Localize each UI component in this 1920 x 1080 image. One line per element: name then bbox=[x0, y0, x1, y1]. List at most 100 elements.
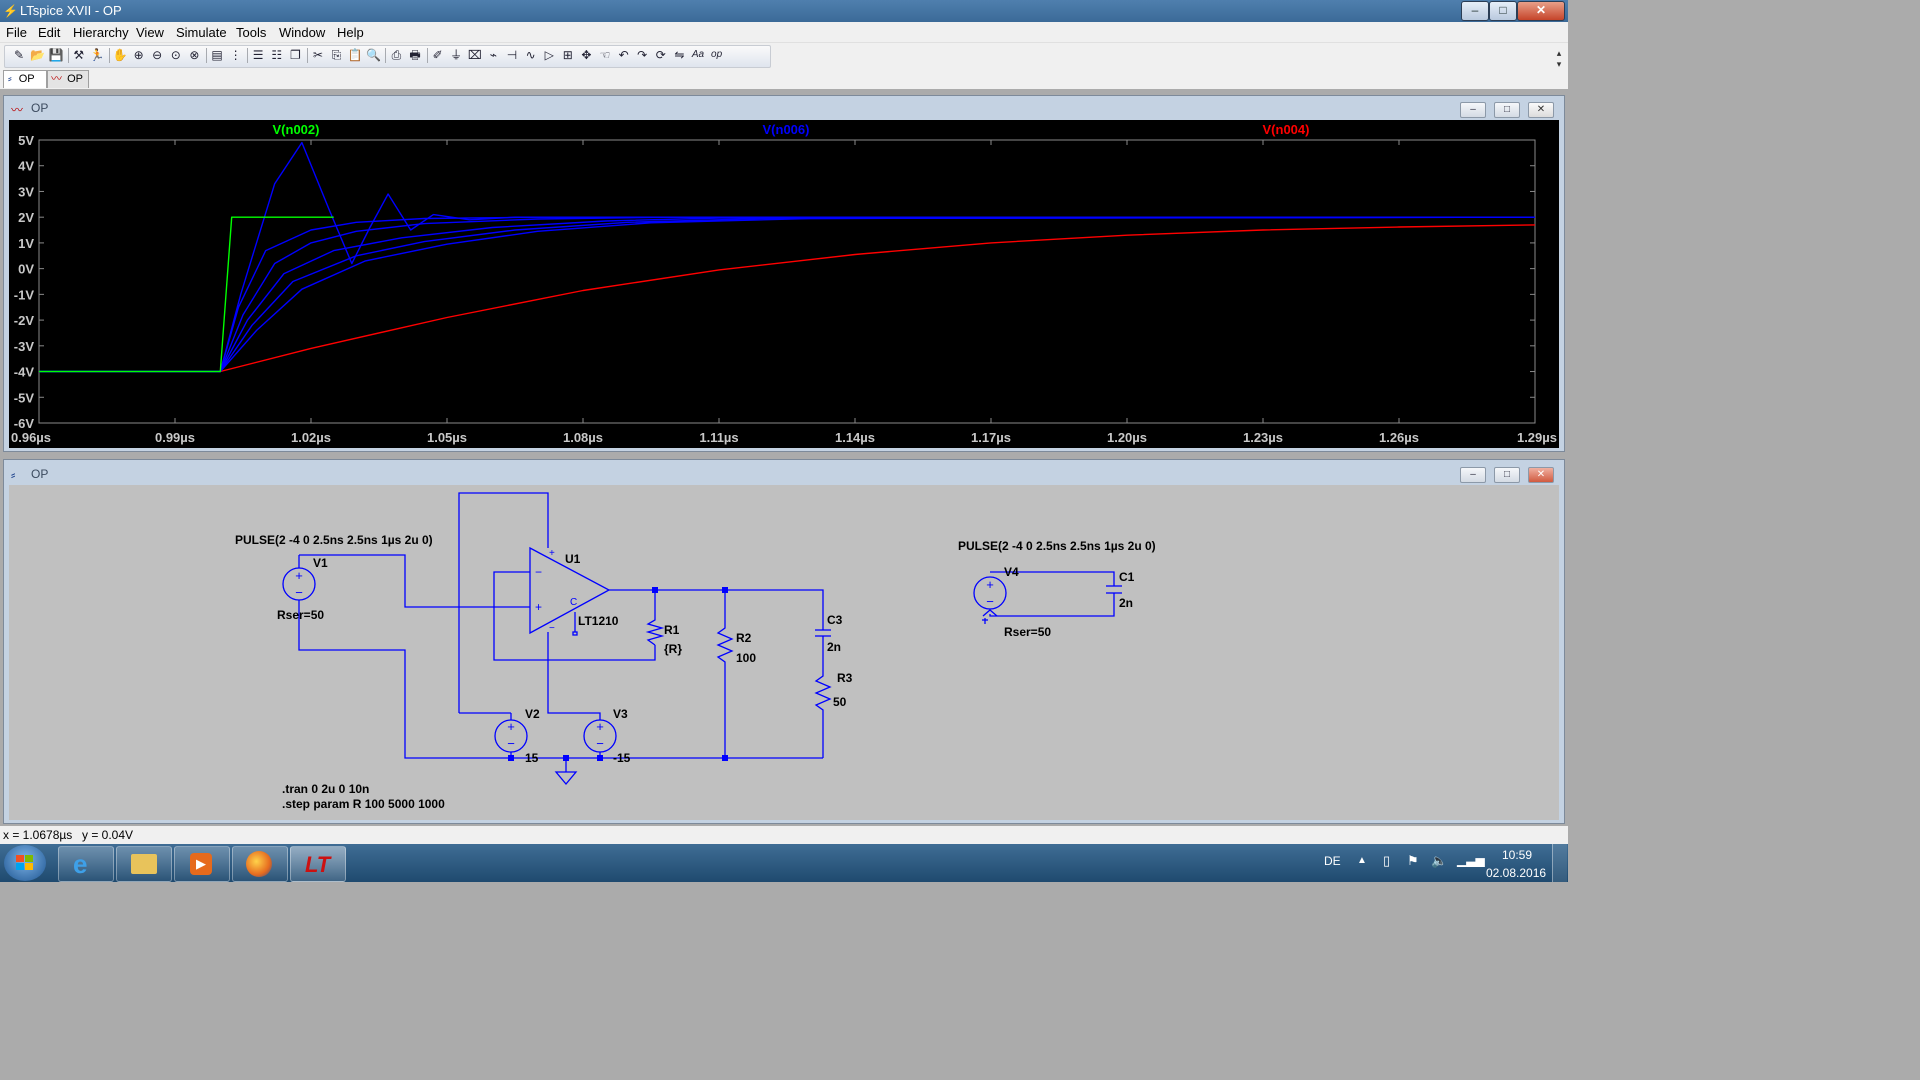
toolbar-separator bbox=[206, 48, 207, 63]
menu-edit[interactable]: Edit bbox=[38, 25, 60, 40]
schematic-minimize-button[interactable]: – bbox=[1460, 467, 1486, 483]
language-indicator[interactable]: DE bbox=[1324, 854, 1341, 868]
paste-icon[interactable]: 📋 bbox=[347, 47, 363, 63]
move-icon[interactable]: ✥ bbox=[578, 47, 594, 63]
y-tick-label: 2V bbox=[18, 210, 34, 225]
open-icon[interactable]: 📂 bbox=[30, 47, 46, 63]
minimize-button[interactable]: – bbox=[1461, 1, 1489, 21]
new-schematic-icon[interactable]: ✎ bbox=[11, 47, 27, 63]
cursor-x-readout: x = 1.0678µs bbox=[3, 828, 73, 842]
resistor-icon[interactable]: ⌁ bbox=[485, 47, 501, 63]
print-icon[interactable]: 🖶 bbox=[407, 47, 423, 63]
autorange-icon[interactable]: ▤ bbox=[209, 47, 225, 63]
tile-horizontal-icon[interactable]: ☰ bbox=[250, 47, 266, 63]
spice-directive-tran[interactable]: .tran 0 2u 0 10n bbox=[282, 782, 369, 796]
ltspice-taskbar-button[interactable]: LT bbox=[290, 846, 346, 882]
schematic-close-button[interactable]: ✕ bbox=[1528, 467, 1554, 483]
svg-text:+: + bbox=[986, 577, 994, 592]
media-player-taskbar-button[interactable]: ▶ bbox=[174, 846, 230, 882]
schematic-window-icon: ⸗ bbox=[11, 467, 16, 482]
cascade-icon[interactable]: ❐ bbox=[287, 47, 303, 63]
menu-window[interactable]: Window bbox=[279, 25, 325, 40]
c3-name-label: C3 bbox=[827, 613, 843, 627]
zoom-out-icon[interactable]: ⊖ bbox=[149, 47, 165, 63]
undo-icon[interactable]: ↶ bbox=[616, 47, 632, 63]
redo-icon[interactable]: ↷ bbox=[634, 47, 650, 63]
control-panel-icon[interactable]: ⚒ bbox=[71, 47, 87, 63]
menu-file[interactable]: File bbox=[6, 25, 27, 40]
y-tick-label: -6V bbox=[14, 416, 35, 431]
spice-directive-step[interactable]: .step param R 100 5000 1000 bbox=[282, 797, 445, 811]
copy-icon[interactable]: ⎘ bbox=[329, 47, 345, 63]
waveform-minimize-button[interactable]: – bbox=[1460, 102, 1486, 118]
waveform-close-button[interactable]: ✕ bbox=[1528, 102, 1554, 118]
v2-name-label: V2 bbox=[525, 707, 540, 721]
x-tick-label: 0.96µs bbox=[11, 430, 51, 445]
internet-explorer-taskbar-button[interactable]: e bbox=[58, 846, 114, 882]
rotate-icon[interactable]: ⟳ bbox=[653, 47, 669, 63]
r1-value-label: {R} bbox=[664, 642, 682, 656]
x-tick-label: 1.17µs bbox=[971, 430, 1011, 445]
menu-help[interactable]: Help bbox=[337, 25, 364, 40]
waveform-plot[interactable]: 5V 4V 3V 2V 1V 0V -1V -2V -3V -4V -5V -6V0.96µs 0.99… bbox=[9, 120, 1559, 448]
menu-view[interactable]: View bbox=[136, 25, 164, 40]
r3-value-label: 50 bbox=[833, 695, 847, 709]
menu-tools[interactable]: Tools bbox=[236, 25, 266, 40]
grid-icon[interactable]: ⋮ bbox=[228, 47, 244, 63]
diode-icon[interactable]: ▷ bbox=[541, 47, 557, 63]
halt-icon[interactable]: ✋ bbox=[112, 47, 128, 63]
waveform-maximize-button[interactable]: □ bbox=[1494, 102, 1520, 118]
print-preview-icon[interactable]: ⎙ bbox=[388, 47, 404, 63]
label-net-icon[interactable]: ⌧ bbox=[467, 47, 483, 63]
svg-text:+: + bbox=[295, 568, 303, 583]
clock-time[interactable]: 10:59 bbox=[1502, 848, 1532, 862]
svg-text:−: − bbox=[596, 736, 604, 751]
close-button[interactable]: ✕ bbox=[1517, 1, 1565, 21]
maximize-button[interactable]: □ bbox=[1489, 1, 1517, 21]
mirror-icon[interactable]: ⇋ bbox=[671, 47, 687, 63]
spice-directive-icon[interactable]: op bbox=[709, 47, 725, 63]
volume-icon[interactable]: 🔈 bbox=[1431, 853, 1447, 869]
save-icon[interactable]: 💾 bbox=[48, 47, 64, 63]
explorer-taskbar-button[interactable] bbox=[116, 846, 172, 882]
tab-schematic-op[interactable]: ⸗ OP bbox=[3, 70, 47, 88]
drag-icon[interactable]: ☜ bbox=[597, 47, 613, 63]
schematic-canvas[interactable]: + − − + + − C + − + − + − PULSE(2 -4 0 2… bbox=[9, 485, 1559, 820]
y-tick-label: 5V bbox=[18, 133, 34, 148]
folder-icon bbox=[131, 854, 157, 874]
inductor-icon[interactable]: ∿ bbox=[523, 47, 539, 63]
firefox-taskbar-button[interactable] bbox=[232, 846, 288, 882]
ground-icon[interactable]: ⏚ bbox=[448, 47, 464, 63]
legend-v-n006[interactable]: V(n006) bbox=[763, 122, 810, 137]
capacitor-icon[interactable]: ⊣ bbox=[504, 47, 520, 63]
tray-expand-icon[interactable]: ▲ bbox=[1357, 855, 1367, 866]
toolbar-overflow-button[interactable]: ▴ ▾ bbox=[1553, 48, 1565, 88]
svg-text:−: − bbox=[986, 594, 994, 609]
zoom-fit-icon[interactable]: ⊙ bbox=[168, 47, 184, 63]
zoom-cancel-icon[interactable]: ⊗ bbox=[186, 47, 202, 63]
tab-waveform-op[interactable]: 〰 OP bbox=[47, 70, 89, 88]
waveform-window-title: OP bbox=[31, 101, 49, 115]
tile-vertical-icon[interactable]: ☷ bbox=[269, 47, 285, 63]
legend-v-n004[interactable]: V(n004) bbox=[1263, 122, 1310, 137]
text-icon[interactable]: Aa bbox=[690, 47, 706, 63]
legend-v-n002[interactable]: V(n002) bbox=[273, 122, 320, 137]
show-desktop-button[interactable] bbox=[1552, 844, 1567, 882]
network-signal-icon[interactable]: ▁▃▅ bbox=[1457, 853, 1485, 867]
action-center-flag-icon[interactable]: ⚑ bbox=[1407, 853, 1419, 869]
find-icon[interactable]: 🔍 bbox=[366, 47, 382, 63]
clock-date[interactable]: 02.08.2016 bbox=[1486, 866, 1546, 880]
schematic-icon: ⸗ bbox=[8, 73, 12, 85]
run-icon[interactable]: 🏃 bbox=[89, 47, 105, 63]
start-button[interactable] bbox=[4, 845, 46, 881]
toolbar-separator bbox=[247, 48, 249, 63]
cut-icon[interactable]: ✂ bbox=[310, 47, 326, 63]
component-icon[interactable]: ⊞ bbox=[560, 47, 576, 63]
waveform-window-icon: 〰 bbox=[11, 103, 24, 117]
menu-hierarchy[interactable]: Hierarchy bbox=[73, 25, 129, 40]
schematic-maximize-button[interactable]: □ bbox=[1494, 467, 1520, 483]
draw-wire-icon[interactable]: ✐ bbox=[430, 47, 446, 63]
menu-simulate[interactable]: Simulate bbox=[176, 25, 227, 40]
battery-icon[interactable]: ▯ bbox=[1383, 853, 1390, 869]
zoom-in-icon[interactable]: ⊕ bbox=[131, 47, 147, 63]
